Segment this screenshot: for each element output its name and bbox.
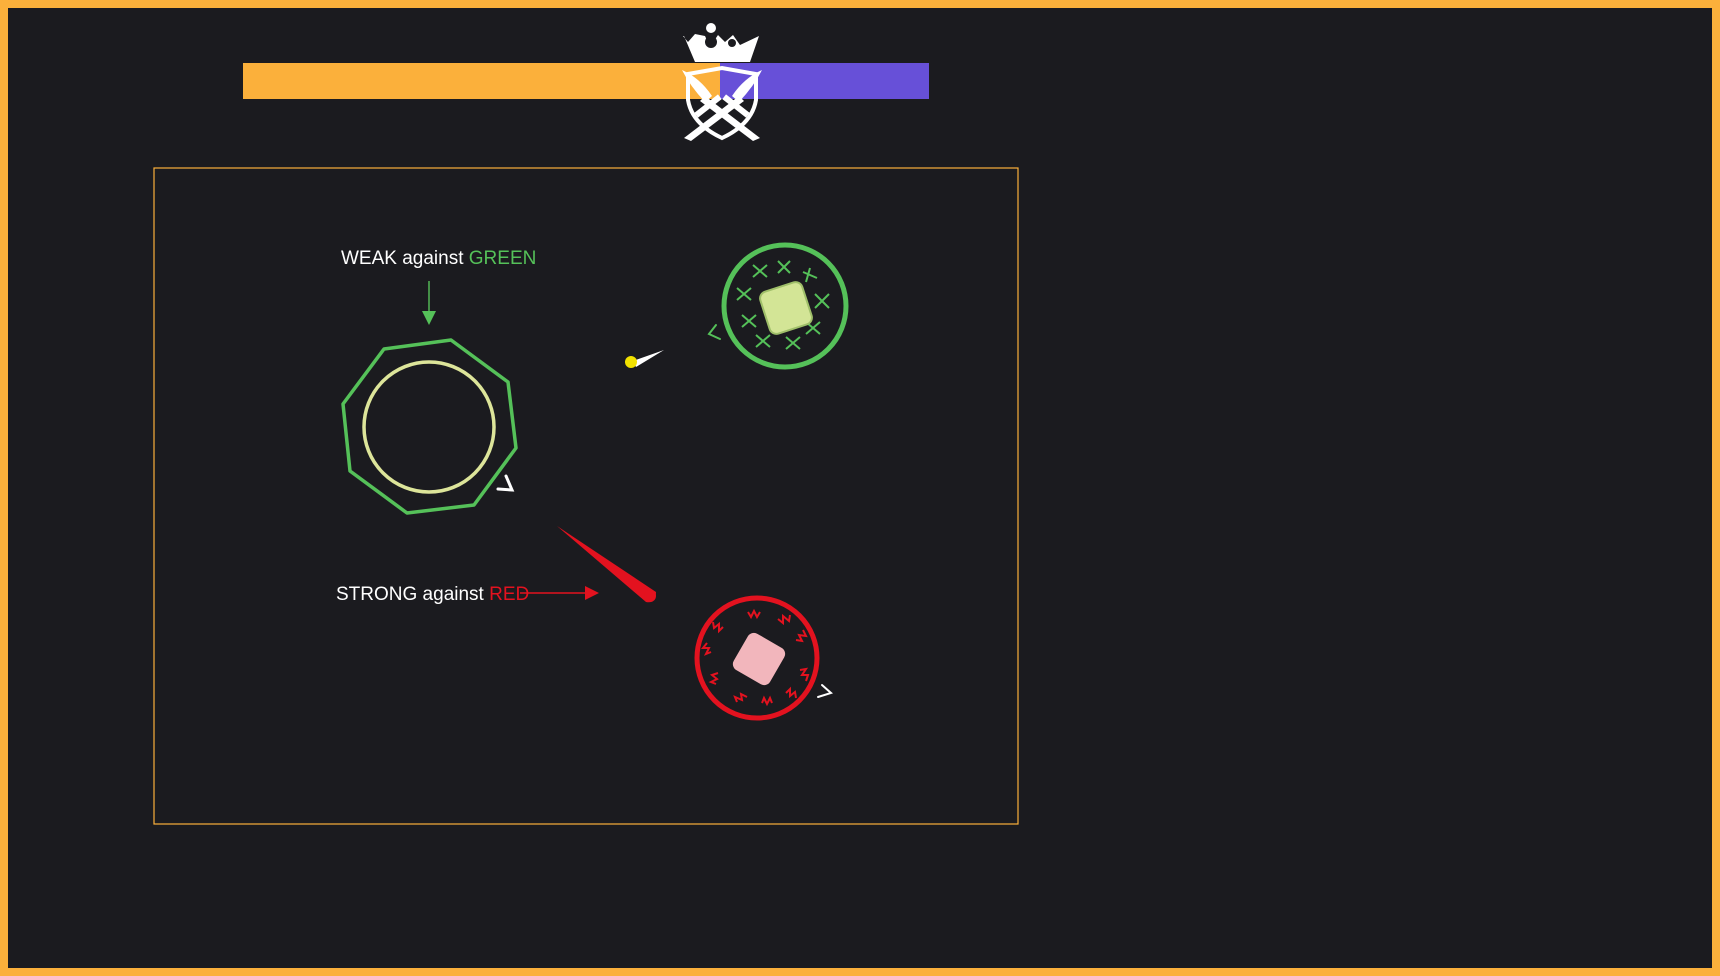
green-enemy-aim-chevron-icon (707, 324, 721, 340)
weak-hint-element: GREEN (469, 248, 537, 269)
green-enemy-core (759, 281, 813, 335)
strong-hint-text: STRONG against RED (336, 584, 529, 605)
red-enemy-aim-chevron-icon (817, 684, 833, 698)
player-heptagon (341, 338, 518, 515)
red-enemy-unit (694, 595, 833, 721)
player-aim-chevron-icon (496, 474, 515, 492)
player-core-ring (362, 360, 496, 494)
player-unit[interactable] (341, 338, 518, 515)
red-projectile (557, 526, 656, 603)
arena-boundary (153, 167, 1019, 825)
green-enemy-unit (707, 242, 849, 370)
orange-team-bar (243, 63, 720, 99)
red-enemy-core (732, 632, 786, 686)
team-balance-bar (243, 63, 929, 99)
strong-hint-element: RED (489, 584, 529, 605)
strong-hint-prefix: STRONG against (336, 584, 489, 605)
yellow-projectile (625, 350, 664, 368)
red-projectile-head (644, 590, 656, 602)
weak-hint-prefix: WEAK against (341, 248, 469, 269)
weak-hint-text: WEAK against GREEN (341, 248, 536, 269)
